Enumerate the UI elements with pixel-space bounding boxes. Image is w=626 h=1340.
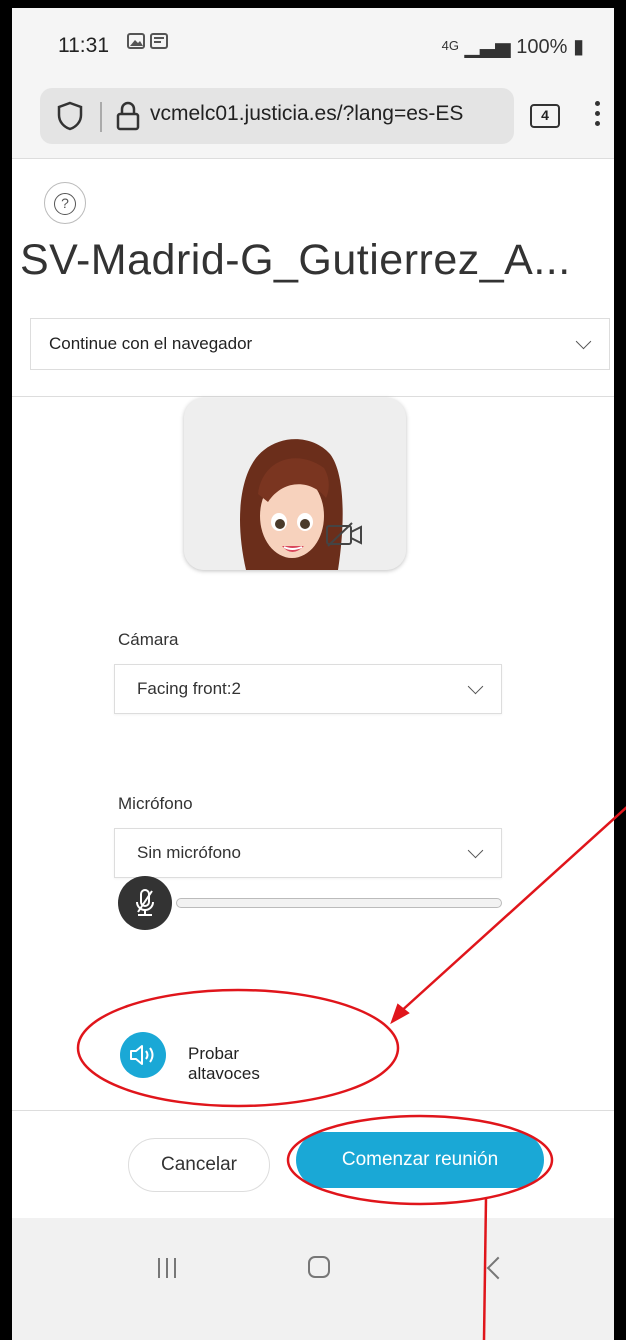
- recents-icon[interactable]: [158, 1258, 184, 1280]
- battery-percent: 100%: [516, 36, 568, 58]
- avatar: [184, 398, 406, 570]
- address-bar[interactable]: vcmelc01.justicia.es/?lang=es-ES: [40, 88, 514, 144]
- shield-icon[interactable]: [56, 101, 84, 131]
- camera-value: Facing front:2: [137, 679, 241, 698]
- status-right: 4G ▁▃▅ 100% ▮: [442, 34, 584, 59]
- join-mode-select[interactable]: Continue con el navegador: [30, 318, 610, 370]
- signal-icon: ▁▃▅: [464, 36, 511, 58]
- join-mode-value: Continue con el navegador: [49, 334, 253, 353]
- address-divider: [100, 102, 102, 132]
- footer-divider: [12, 1110, 614, 1111]
- camera-label: Cámara: [118, 630, 179, 649]
- status-time: 11:31: [58, 34, 109, 57]
- camera-off-icon: [326, 522, 362, 547]
- section-divider: [12, 396, 614, 397]
- android-nav-bar: [12, 1218, 614, 1340]
- browser-menu-icon[interactable]: [592, 98, 602, 138]
- test-speakers-label[interactable]: Probar altavoces: [188, 1044, 260, 1084]
- cancel-button[interactable]: Cancelar: [128, 1138, 270, 1192]
- self-video-preview: [184, 398, 406, 570]
- mic-level-meter: [176, 898, 502, 908]
- chevron-down-icon: [467, 842, 484, 859]
- screenshot-frame-top: [0, 0, 626, 8]
- mic-muted-icon: [136, 889, 154, 916]
- notification-icons: [127, 32, 171, 55]
- start-meeting-button[interactable]: Comenzar reunión: [296, 1132, 544, 1188]
- home-icon[interactable]: [308, 1256, 330, 1278]
- screenshot-frame-right: [614, 0, 626, 1340]
- status-bar: 11:31 4G ▁▃▅ 100% ▮: [12, 8, 614, 80]
- browser-toolbar: vcmelc01.justicia.es/?lang=es-ES 4: [12, 80, 614, 159]
- lock-icon: [116, 101, 140, 131]
- url-text[interactable]: vcmelc01.justicia.es/?lang=es-ES: [150, 102, 508, 126]
- network-indicator: 4G: [441, 38, 459, 53]
- microphone-select[interactable]: Sin micrófono: [114, 828, 502, 878]
- back-icon[interactable]: [486, 1256, 510, 1280]
- annotation-arrow-head: [390, 1003, 410, 1025]
- test-speakers-button[interactable]: [120, 1032, 166, 1078]
- camera-select[interactable]: Facing front:2: [114, 664, 502, 714]
- screenshot-frame-left: [0, 0, 12, 1340]
- mic-mute-button[interactable]: [118, 876, 172, 930]
- gallery-icon: [127, 33, 168, 49]
- meeting-title: SV-Madrid-G_Gutierrez_A...: [20, 236, 571, 284]
- help-icon[interactable]: ?: [44, 182, 86, 224]
- chevron-down-icon: [575, 333, 592, 350]
- battery-icon: ▮: [572, 36, 584, 58]
- tab-count-button[interactable]: 4: [530, 104, 560, 128]
- chevron-down-icon: [467, 678, 484, 695]
- microphone-value: Sin micrófono: [137, 843, 241, 862]
- microphone-label: Micrófono: [118, 794, 193, 813]
- speaker-icon: [130, 1045, 154, 1065]
